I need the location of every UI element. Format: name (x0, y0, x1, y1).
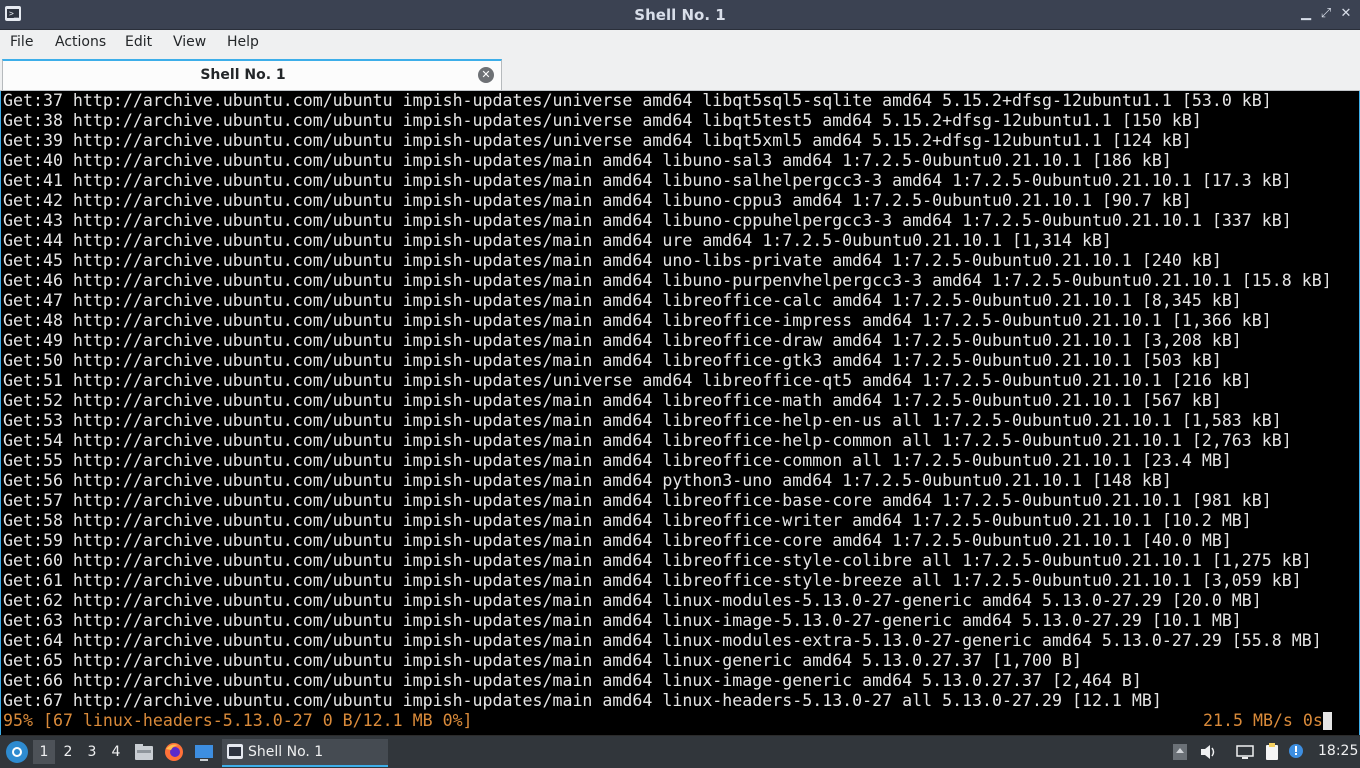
tab-shell-1[interactable]: Shell No. 1 ✕ (2, 59, 502, 90)
terminal-line: Get:66 http://archive.ubuntu.com/ubuntu … (3, 671, 1142, 690)
clock: 18:25 (1318, 743, 1359, 759)
terminal-line: Get:61 http://archive.ubuntu.com/ubuntu … (3, 571, 1302, 590)
network-icon[interactable] (1235, 742, 1255, 762)
terminal-cursor (1323, 712, 1332, 730)
terminal-line: Get:45 http://archive.ubuntu.com/ubuntu … (3, 251, 1222, 270)
file-manager-icon[interactable] (133, 741, 155, 763)
terminal-line: Get:43 http://archive.ubuntu.com/ubuntu … (3, 211, 1292, 230)
menu-edit[interactable]: Edit (125, 34, 152, 50)
terminal-line: Get:54 http://archive.ubuntu.com/ubuntu … (3, 431, 1292, 450)
tab-label: Shell No. 1 (200, 67, 286, 83)
close-icon[interactable]: ✕ (1338, 6, 1354, 22)
clipboard-icon[interactable] (1262, 742, 1282, 762)
terminal-line: Get:38 http://archive.ubuntu.com/ubuntu … (3, 111, 1202, 130)
download-rate: 21.5 MB/s 0s (1203, 711, 1323, 730)
menu-view[interactable]: View (173, 34, 206, 50)
terminal-line: Get:62 http://archive.ubuntu.com/ubuntu … (3, 591, 1262, 610)
terminal-line: Get:59 http://archive.ubuntu.com/ubuntu … (3, 531, 1232, 550)
tab-bar: Shell No. 1 ✕ (0, 58, 1360, 91)
progress-line: 95% [67 linux-headers-5.13.0-27 0 B/12.1… (3, 711, 473, 730)
terminal-line: Get:37 http://archive.ubuntu.com/ubuntu … (3, 91, 1272, 110)
terminal-line: Get:56 http://archive.ubuntu.com/ubuntu … (3, 471, 1172, 490)
terminal-line: Get:42 http://archive.ubuntu.com/ubuntu … (3, 191, 1192, 210)
desktop-icon[interactable] (193, 741, 215, 763)
terminal-line: Get:65 http://archive.ubuntu.com/ubuntu … (3, 651, 1082, 670)
start-menu-icon[interactable] (6, 741, 28, 763)
menu-file[interactable]: File (10, 34, 33, 50)
firefox-icon[interactable] (163, 741, 185, 763)
terminal-line: Get:57 http://archive.ubuntu.com/ubuntu … (3, 491, 1272, 510)
taskbar-task-shell[interactable]: Shell No. 1 (222, 739, 388, 767)
tray-expand-icon[interactable] (1170, 742, 1190, 762)
terminal-line: Get:47 http://archive.ubuntu.com/ubuntu … (3, 291, 1242, 310)
workspace-1[interactable]: 1 (33, 740, 55, 764)
minimize-icon[interactable]: ▁ (1298, 6, 1314, 22)
menu-help[interactable]: Help (227, 34, 259, 50)
terminal-line: Get:46 http://archive.ubuntu.com/ubuntu … (3, 271, 1332, 290)
taskbar: 1 2 3 4 Shell No. 1 18:25 (0, 736, 1360, 768)
terminal-line: Get:55 http://archive.ubuntu.com/ubuntu … (3, 451, 1232, 470)
volume-icon[interactable] (1198, 742, 1218, 762)
window-title: Shell No. 1 (634, 6, 726, 24)
menu-actions[interactable]: Actions (55, 34, 106, 50)
terminal-line: Get:64 http://archive.ubuntu.com/ubuntu … (3, 631, 1322, 650)
workspace-4[interactable]: 4 (105, 740, 127, 764)
terminal-line: Get:52 http://archive.ubuntu.com/ubuntu … (3, 391, 1222, 410)
menubar: File Actions Edit View Help (0, 30, 1360, 58)
terminal-line: Get:39 http://archive.ubuntu.com/ubuntu … (3, 131, 1192, 150)
terminal-line: Get:50 http://archive.ubuntu.com/ubuntu … (3, 351, 1222, 370)
terminal-line: Get:41 http://archive.ubuntu.com/ubuntu … (3, 171, 1292, 190)
workspace-2[interactable]: 2 (57, 740, 79, 764)
terminal-line: Get:44 http://archive.ubuntu.com/ubuntu … (3, 231, 1112, 250)
task-label: Shell No. 1 (248, 744, 324, 760)
notification-icon[interactable] (1286, 742, 1306, 762)
terminal-line: Get:67 http://archive.ubuntu.com/ubuntu … (3, 691, 1162, 710)
terminal-line: Get:40 http://archive.ubuntu.com/ubuntu … (3, 151, 1172, 170)
terminal-line: Get:63 http://archive.ubuntu.com/ubuntu … (3, 611, 1242, 630)
window-titlebar[interactable]: >_ Shell No. 1 ▁ ⤢ ✕ (0, 0, 1360, 30)
tab-close-icon[interactable]: ✕ (478, 67, 494, 83)
terminal-line: Get:58 http://archive.ubuntu.com/ubuntu … (3, 511, 1252, 530)
terminal-icon (227, 744, 243, 759)
terminal-line: Get:53 http://archive.ubuntu.com/ubuntu … (3, 411, 1282, 430)
workspace-3[interactable]: 3 (81, 740, 103, 764)
terminal-line: Get:48 http://archive.ubuntu.com/ubuntu … (3, 311, 1272, 330)
terminal-output[interactable]: 95% [67 linux-headers-5.13.0-27 0 B/12.1… (0, 91, 1360, 735)
maximize-icon[interactable]: ⤢ (1318, 6, 1334, 22)
terminal-line: Get:51 http://archive.ubuntu.com/ubuntu … (3, 371, 1252, 390)
terminal-line: Get:60 http://archive.ubuntu.com/ubuntu … (3, 551, 1312, 570)
terminal-line: Get:49 http://archive.ubuntu.com/ubuntu … (3, 331, 1242, 350)
